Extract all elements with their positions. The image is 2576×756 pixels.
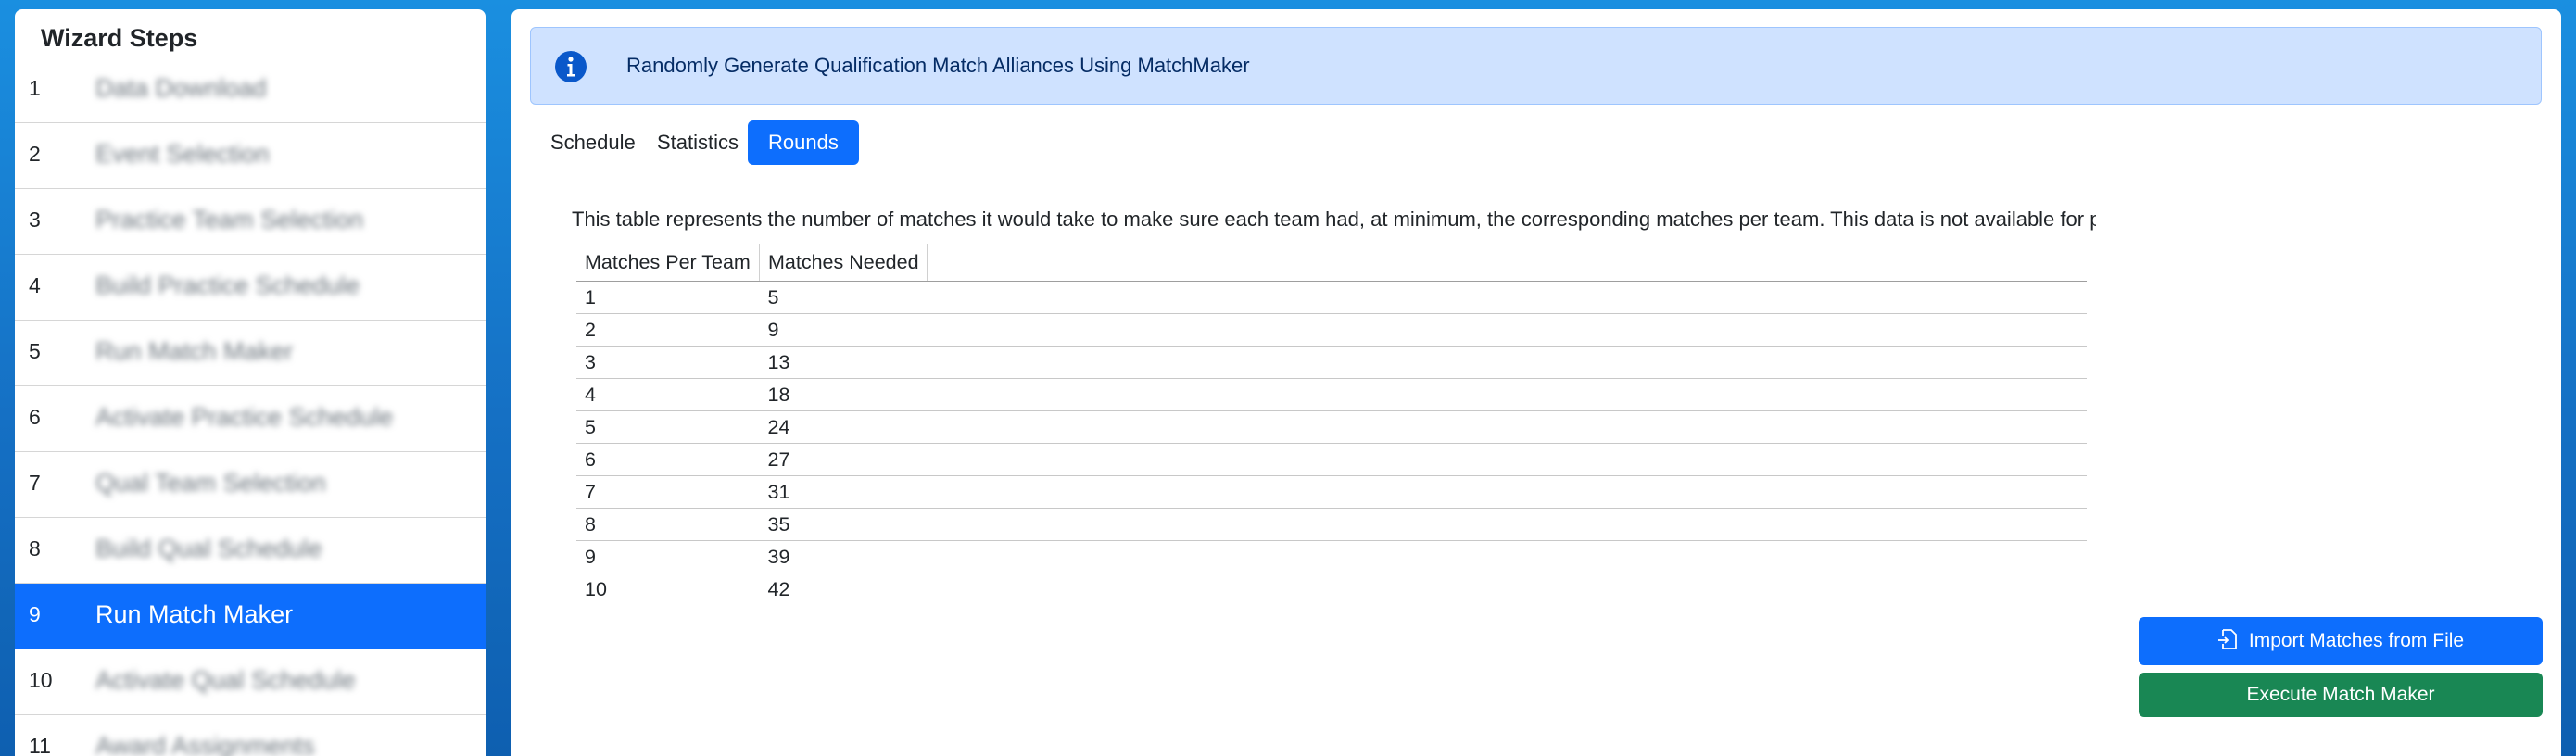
cell-spacer [927, 410, 2087, 444]
step-number: 4 [29, 273, 41, 297]
step-label: Data Download [95, 74, 267, 102]
wizard-step-9-active[interactable]: 9 Run Match Maker [15, 584, 486, 649]
wizard-step-6[interactable]: 6 Activate Practice Schedule [15, 386, 486, 452]
wizard-step-3[interactable]: 3 Practice Team Selection [15, 189, 486, 255]
step-label: Build Qual Schedule [95, 535, 322, 562]
cell-matches-needed: 5 [759, 281, 928, 314]
cell-spacer [927, 573, 2087, 606]
cell-matches-needed: 42 [767, 577, 790, 600]
table-row: 10 42 [576, 573, 2087, 606]
table-row: 2 9 [576, 313, 2087, 346]
step-number: 7 [29, 471, 41, 495]
wizard-step-10[interactable]: 10 Activate Qual Schedule [15, 649, 486, 715]
table-row: 5 24 [576, 410, 2087, 444]
tab-statistics[interactable]: Statistics [637, 120, 759, 165]
cell-matches-per-team: 2 [576, 313, 760, 346]
cell-matches-needed: 18 [759, 378, 928, 411]
cell-matches-needed: 31 [759, 475, 928, 509]
cell-spacer [927, 378, 2087, 411]
cell-matches-per-team: 1 [576, 281, 760, 314]
file-import-icon [2217, 629, 2237, 650]
import-matches-label: Import Matches from File [2248, 630, 2465, 651]
step-number: 3 [29, 208, 41, 232]
alert-message: Randomly Generate Qualification Match Al… [626, 54, 1250, 77]
cell-spacer [927, 475, 2087, 509]
cell-matches-per-team: 7 [576, 475, 760, 509]
execute-match-maker-button[interactable]: Execute Match Maker [2139, 673, 2543, 717]
wizard-sidebar: Wizard Steps 1 Data Download 2 Event Sel… [15, 9, 486, 756]
cell-matches-per-team: 10 [585, 577, 607, 600]
step-number: 2 [29, 142, 41, 166]
step-number: 6 [29, 405, 41, 429]
step-label: Practice Team Selection [95, 206, 364, 233]
cell-matches-per-team: 6 [576, 443, 760, 476]
sidebar-title: Wizard Steps [41, 24, 198, 52]
cell-spacer [927, 313, 2087, 346]
step-label: Run Match Maker [95, 337, 294, 365]
table-row: 3 13 [576, 346, 2087, 379]
main-panel: Randomly Generate Qualification Match Al… [511, 9, 2561, 756]
rounds-description: This table represents the number of matc… [572, 208, 2096, 231]
step-label: Build Practice Schedule [95, 271, 360, 299]
cell-spacer [927, 281, 2087, 314]
cell-matches-per-team: 3 [576, 346, 760, 379]
tab-rounds[interactable]: Rounds [748, 120, 859, 165]
info-circle-icon [555, 51, 587, 82]
cell-matches-needed: 13 [759, 346, 928, 379]
cell-matches-needed: 9 [759, 313, 928, 346]
cell-spacer [927, 540, 2087, 573]
import-matches-button[interactable]: Import Matches from File [2139, 617, 2543, 665]
column-header-matches-per-team[interactable]: Matches Per Team [576, 244, 760, 282]
step-number: 8 [29, 536, 41, 561]
step-label: Award Assignments [95, 732, 315, 756]
wizard-step-7[interactable]: 7 Qual Team Selection [15, 452, 486, 518]
step-label: Activate Practice Schedule [95, 403, 394, 431]
cell-spacer [927, 346, 2087, 379]
wizard-step-5[interactable]: 5 Run Match Maker [15, 321, 486, 386]
cell-matches-per-team: 4 [576, 378, 760, 411]
table-row: 7 31 [576, 475, 2087, 509]
rounds-table: Matches Per Team Matches Needed 1 5 2 9 … [576, 244, 2087, 605]
step-number: 11 [29, 734, 51, 756]
wizard-step-8[interactable]: 8 Build Qual Schedule [15, 518, 486, 584]
step-label: Event Selection [95, 140, 270, 168]
cell-matches-per-team: 5 [576, 410, 760, 444]
step-label: Activate Qual Schedule [95, 666, 356, 694]
wizard-step-2[interactable]: 2 Event Selection [15, 123, 486, 189]
cell-matches-per-team: 8 [576, 508, 760, 541]
cell-spacer [927, 443, 2087, 476]
step-number: 1 [29, 76, 41, 100]
table-row: 4 18 [576, 378, 2087, 411]
table-row: 8 35 [576, 508, 2087, 541]
cell-matches-needed: 24 [759, 410, 928, 444]
cell-spacer [927, 508, 2087, 541]
step-number: 9 [29, 602, 41, 626]
info-alert: Randomly Generate Qualification Match Al… [530, 27, 2542, 105]
wizard-step-11[interactable]: 11 Award Assignments [15, 715, 486, 756]
table-row: 6 27 [576, 443, 2087, 476]
cell-matches-needed: 35 [759, 508, 928, 541]
column-header-matches-needed[interactable]: Matches Needed [759, 244, 928, 282]
step-number: 5 [29, 339, 41, 363]
step-label: Qual Team Selection [95, 469, 326, 497]
step-number: 10 [29, 668, 53, 692]
table-row: 1 5 [576, 281, 2087, 314]
wizard-step-1[interactable]: 1 Data Download [15, 57, 486, 123]
step-label: Run Match Maker [95, 600, 294, 628]
wizard-step-4[interactable]: 4 Build Practice Schedule [15, 255, 486, 321]
cell-matches-needed: 39 [759, 540, 928, 573]
cell-matches-needed: 27 [759, 443, 928, 476]
column-header-spacer [927, 244, 2087, 282]
cell-matches-per-team: 9 [576, 540, 760, 573]
table-header-row: Matches Per Team Matches Needed [576, 244, 2087, 282]
table-row: 9 39 [576, 540, 2087, 573]
